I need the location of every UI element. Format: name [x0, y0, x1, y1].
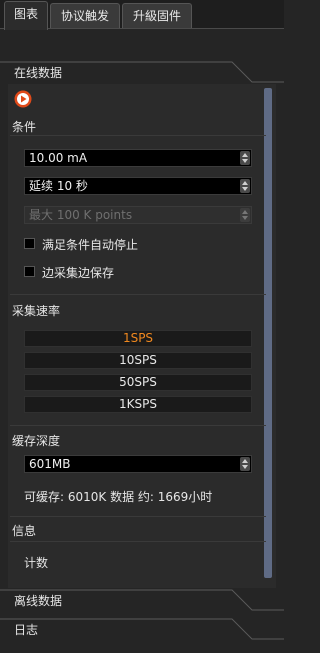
rate-button-10sps[interactable]: 10SPS: [24, 352, 252, 369]
buffer-depth-value: 601MB: [29, 457, 71, 471]
checkbox-box[interactable]: [24, 266, 35, 277]
section-offline-data-label: 离线数据: [14, 594, 63, 608]
rate-button-1sps[interactable]: 1SPS: [24, 330, 252, 347]
buffer-capacity-info: 可缓存: 6010K 数据 约: 1669小时: [24, 490, 213, 504]
spin-arrows-icon[interactable]: [240, 179, 250, 193]
spin-arrows-icon[interactable]: [240, 151, 250, 165]
divider: [10, 135, 266, 136]
auto-stop-label: 满足条件自动停止: [42, 238, 139, 252]
buffer-depth-spinbox[interactable]: 601MB: [24, 455, 252, 473]
count-label: 计数: [24, 556, 49, 570]
spin-arrows-icon[interactable]: [240, 457, 250, 471]
current-threshold-value: 10.00 mA: [29, 151, 88, 165]
tab-bar: 图表 协议触发 升級固件: [0, 0, 284, 30]
section-log[interactable]: 日志: [0, 617, 284, 641]
rate-button-1ksps[interactable]: 1KSPS: [24, 396, 252, 413]
divider: [10, 294, 266, 295]
duration-value: 延续 10 秒: [29, 179, 88, 193]
divider: [10, 516, 266, 517]
sample-rate-title: 采集速率: [12, 304, 61, 318]
divider: [10, 541, 266, 542]
section-header-frame: [0, 618, 284, 640]
section-offline-data[interactable]: 离线数据: [0, 588, 284, 612]
tab-firmware-upgrade[interactable]: 升級固件: [122, 3, 192, 28]
scrollbar-thumb[interactable]: [264, 88, 272, 578]
tab-chart[interactable]: 图表: [4, 1, 48, 30]
divider: [10, 425, 266, 426]
section-online-data[interactable]: 在线数据: [0, 60, 284, 84]
info-title: 信息: [12, 524, 37, 538]
spin-arrows-icon[interactable]: [240, 208, 250, 222]
duration-spinbox[interactable]: 延续 10 秒: [24, 177, 252, 195]
checkbox-box[interactable]: [24, 238, 35, 249]
save-while-collecting-label: 边采集边保存: [42, 266, 115, 280]
rate-button-50sps[interactable]: 50SPS: [24, 374, 252, 391]
section-log-label: 日志: [14, 623, 39, 637]
record-play-icon[interactable]: [14, 90, 32, 108]
section-online-data-label: 在线数据: [14, 66, 63, 80]
current-threshold-spinbox[interactable]: 10.00 mA: [24, 149, 252, 167]
buffer-depth-title: 缓存深度: [12, 434, 61, 448]
tab-protocol-trigger[interactable]: 协议触发: [50, 3, 120, 28]
max-points-value: 最大 100 K points: [29, 208, 133, 222]
conditions-title: 条件: [12, 120, 37, 134]
panel-scrollbar[interactable]: [264, 88, 272, 582]
max-points-spinbox[interactable]: 最大 100 K points: [24, 206, 252, 224]
